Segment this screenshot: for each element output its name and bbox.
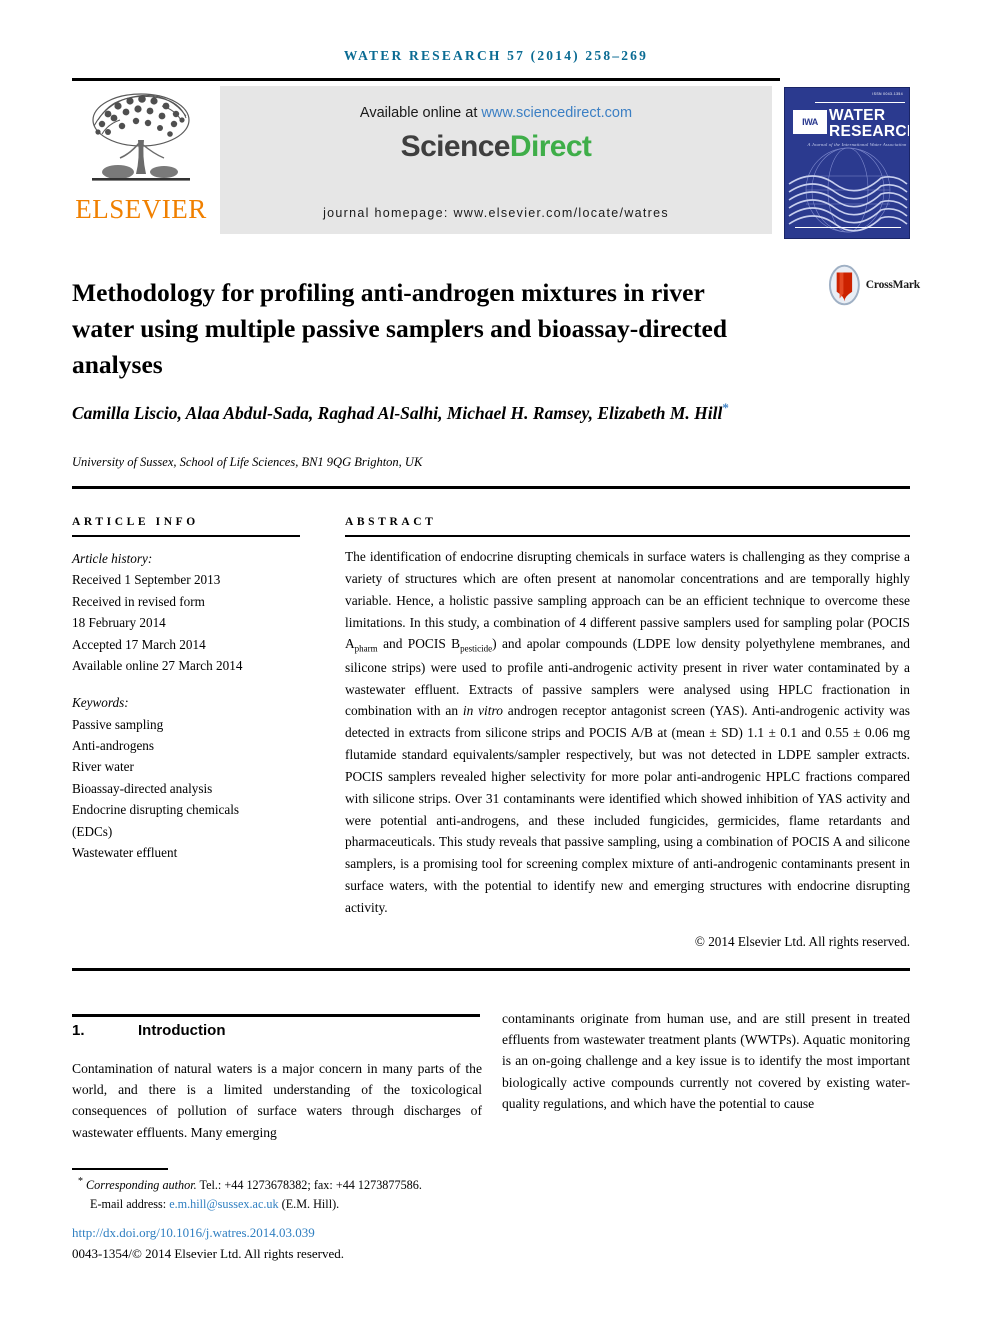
header-rule (72, 78, 780, 81)
doi-line: http://dx.doi.org/10.1016/j.watres.2014.… (72, 1222, 572, 1243)
affiliation: University of Sussex, School of Life Sci… (72, 455, 423, 469)
journal-cover-image: ISSN 0043-1354 IWA WATER RESEARCH A Jour… (784, 87, 910, 239)
doi-link[interactable]: http://dx.doi.org/10.1016/j.watres.2014.… (72, 1225, 315, 1240)
history-item: Received in revised form (72, 593, 205, 609)
keywords-label: Keywords: (72, 695, 129, 711)
article-info-heading: ARTICLE INFO (72, 516, 199, 528)
elsevier-tree-icon (78, 86, 204, 198)
footnote-rule (72, 1168, 168, 1170)
abstract-part-4: androgen receptor antagonist screen (YAS… (345, 703, 911, 915)
email-address-label: E-mail address: (90, 1196, 170, 1211)
masthead: ELSEVIER Available online at www.science… (72, 86, 910, 239)
keyword-item: Bioassay-directed analysis (72, 780, 213, 796)
abstract-subscript-pesticide: pesticide (460, 644, 493, 655)
body-column-left: Contamination of natural waters is a maj… (72, 1061, 482, 1140)
abstract-copyright: © 2014 Elsevier Ltd. All rights reserved… (694, 933, 910, 949)
abstract-subscript-pharm: pharm (354, 644, 378, 655)
journal-homepage-line[interactable]: journal homepage: www.elsevier.com/locat… (220, 206, 772, 220)
body-top-rule (72, 968, 910, 971)
author-names: Camilla Liscio, Alaa Abdul-Sada, Raghad … (72, 402, 723, 423)
article-history-label: Article history: (72, 551, 153, 566)
iwa-logo-icon: IWA (793, 110, 827, 134)
sciencedirect-banner: Available online at www.sciencedirect.co… (220, 86, 772, 234)
article-history-group: Article history: Received 1 September 20… (72, 548, 308, 676)
sciencedirect-url-link[interactable]: www.sciencedirect.com (481, 105, 632, 121)
info-abstract-top-rule (72, 486, 910, 489)
history-item: Accepted 17 March 2014 (72, 636, 206, 652)
section-number: 1. (72, 1022, 85, 1039)
cover-top-rule (815, 102, 905, 103)
section-title-introduction: Introduction (138, 1022, 226, 1039)
elsevier-wordmark: ELSEVIER (75, 194, 207, 224)
keyword-item: Anti-androgens (72, 738, 155, 753)
available-online-line: Available online at www.sciencedirect.co… (360, 105, 632, 121)
keyword-item: Passive sampling (72, 716, 164, 732)
keyword-item: River water (72, 759, 134, 775)
abstract-italic-in-vitro: in vitro (462, 703, 503, 719)
doi-block: http://dx.doi.org/10.1016/j.watres.2014.… (72, 1222, 572, 1264)
author-list: Camilla Liscio, Alaa Abdul-Sada, Raghad … (72, 398, 832, 427)
cover-bottom-rule (795, 227, 901, 228)
history-item: Received 1 September 2013 (72, 572, 221, 588)
abstract-body: The identification of endocrine disrupti… (345, 546, 910, 952)
crossmark-icon (828, 264, 860, 306)
keyword-item: Endocrine disrupting chemicals (72, 802, 239, 818)
cover-issn: ISSN 0043-1354 (872, 92, 903, 96)
abstract-part-2: and POCIS B (377, 636, 461, 652)
abstract-rule (345, 535, 910, 537)
section-heading-rule (72, 1014, 480, 1017)
crossmark-label: CrossMark (865, 279, 920, 291)
running-head: WATER RESEARCH 57 (2014) 258–269 (343, 48, 649, 63)
keywords-group: Keywords: Passive sampling Anti-androgen… (72, 692, 308, 863)
history-item: 18 February 2014 (72, 615, 166, 631)
corresponding-author-marker[interactable]: * (722, 400, 729, 415)
sciencedirect-wordmark-science: Science (400, 130, 511, 163)
crossmark-badge[interactable]: CrossMark (828, 262, 920, 308)
page-title: Methodology for profiling anti-androgen … (72, 278, 728, 380)
cover-title: WATER RESEARCH (829, 108, 909, 140)
cover-subtitle: A Journal of the International Water Ass… (807, 142, 907, 147)
available-online-text: Available online at (359, 105, 482, 121)
article-info-rule (72, 535, 300, 537)
email-link[interactable]: e.m.hill@sussex.ac.uk (169, 1197, 278, 1211)
keyword-item: Wastewater effluent (72, 844, 178, 860)
corresponding-author-label: Corresponding author. (86, 1178, 197, 1193)
history-item: Available online 27 March 2014 (72, 657, 243, 673)
elsevier-logo: ELSEVIER (72, 86, 210, 236)
sciencedirect-wordmark: ScienceDirect (401, 130, 592, 164)
abstract-paragraph: The identification of endocrine disrupti… (345, 546, 910, 919)
article-page: WATER RESEARCH 57 (2014) 258–269 ELSEVIE… (0, 0, 992, 1323)
body-column-right: contaminants originate from human use, a… (502, 1011, 910, 1111)
corresponding-author-line: * Corresponding author. Tel.: +44 127367… (78, 1174, 548, 1195)
issn-copyright-line: 0043-1354/© 2014 Elsevier Ltd. All right… (72, 1246, 344, 1262)
sciencedirect-wordmark-direct: Direct (509, 130, 592, 163)
footnote-marker: * (78, 1176, 83, 1187)
article-info-column: Article history: Received 1 September 20… (72, 548, 308, 879)
cover-title-line1: WATER (829, 107, 886, 124)
abstract-heading: ABSTRACT (345, 516, 437, 528)
email-line: E-mail address: e.m.hill@sussex.ac.uk (E… (78, 1195, 548, 1214)
cover-title-line2: RESEARCH (829, 122, 910, 140)
keyword-item: (EDCs) (72, 823, 113, 839)
iwa-logo-text: IWA (802, 117, 818, 127)
corresponding-author-contact: Tel.: +44 1273678382; fax: +44 127387758… (196, 1178, 422, 1193)
footnote-block: * Corresponding author. Tel.: +44 127367… (78, 1174, 548, 1214)
email-owner: (E.M. Hill). (278, 1196, 340, 1211)
